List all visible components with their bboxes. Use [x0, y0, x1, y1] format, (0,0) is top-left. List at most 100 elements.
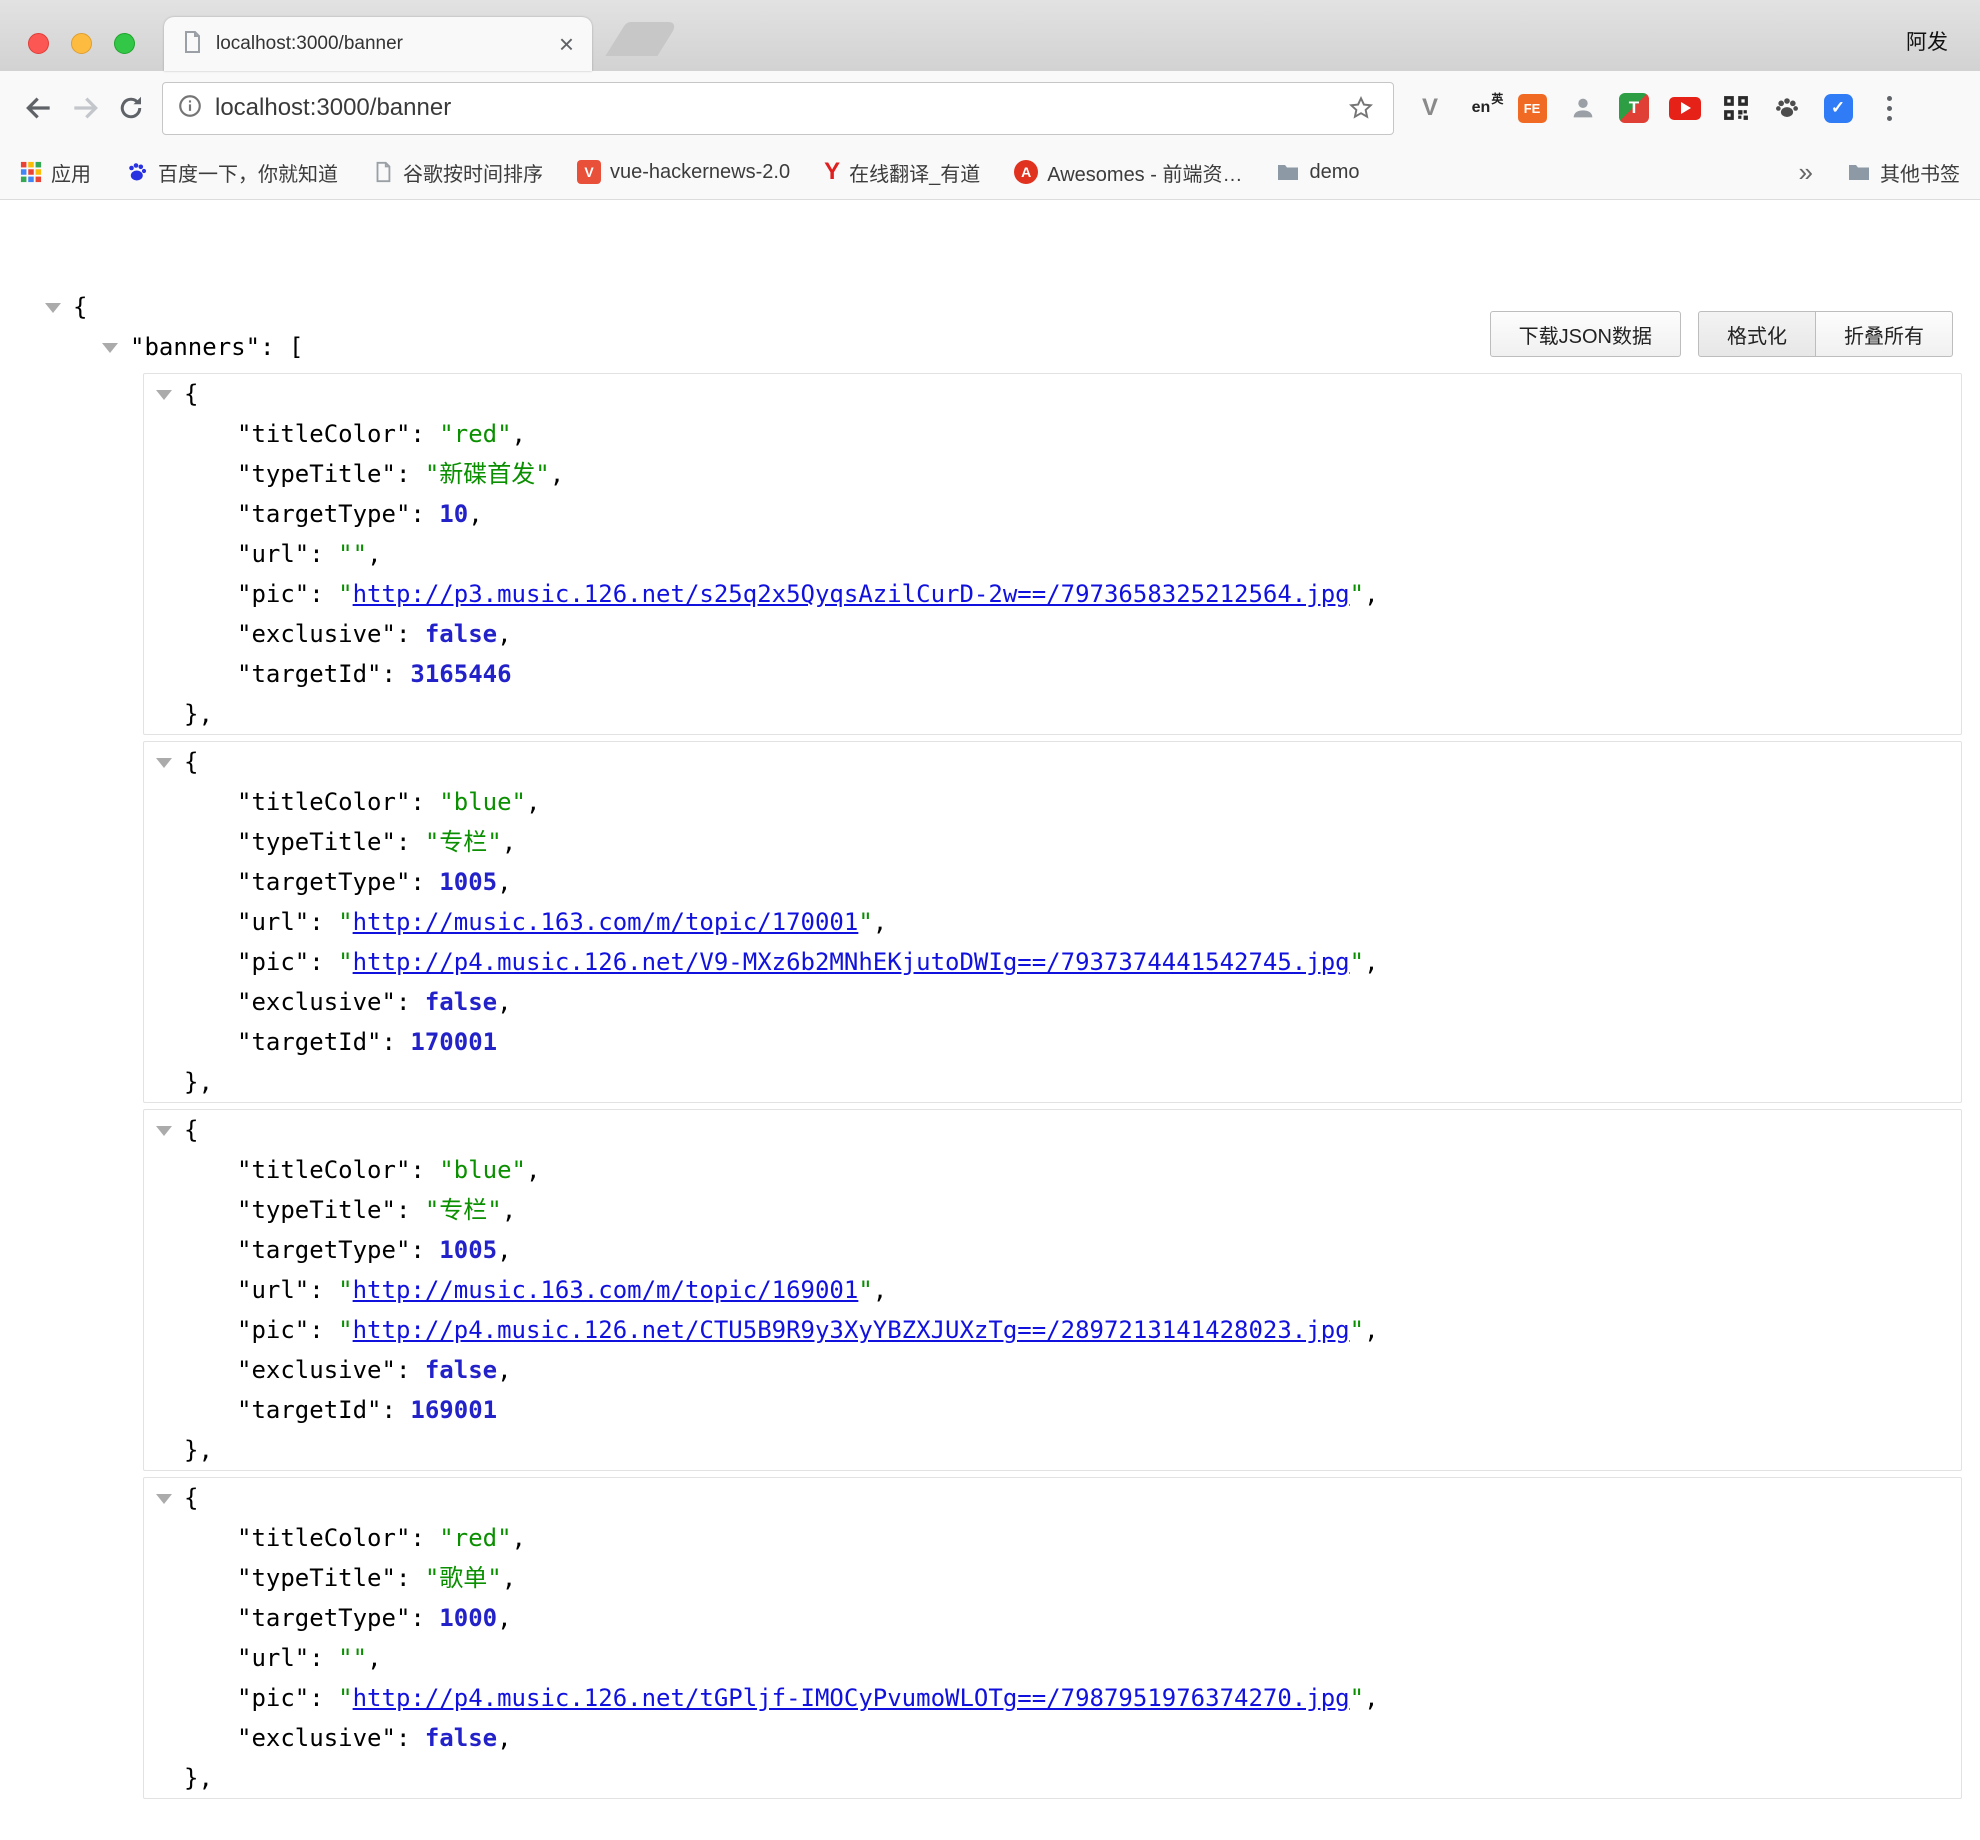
security-check-extension-icon[interactable]: ✓ — [1820, 90, 1856, 126]
collaborator-extension-icon[interactable] — [1565, 90, 1601, 126]
json-property: "exclusive": false, — [237, 982, 1961, 1022]
zoom-window-button[interactable] — [114, 33, 135, 54]
tab-close-icon[interactable]: × — [557, 31, 576, 57]
reload-button[interactable] — [108, 85, 154, 131]
json-property: "titleColor": "blue", — [237, 782, 1961, 822]
bookmark-apps[interactable]: 应用 — [20, 158, 91, 187]
fe-extension-icon[interactable]: FE — [1514, 90, 1550, 126]
bookmark-google-sort[interactable]: 谷歌按时间排序 — [372, 158, 543, 187]
youdao-y-icon: Y — [824, 158, 840, 186]
browser-menu-icon[interactable] — [1871, 90, 1907, 126]
bookmarks-overflow-chevron[interactable]: » — [1799, 157, 1813, 188]
json-property: "url": "http://music.163.com/m/topic/169… — [237, 1270, 1961, 1310]
bookmark-vue-hackernews[interactable]: V vue-hackernews-2.0 — [577, 160, 790, 184]
bookmark-label: 应用 — [51, 158, 91, 187]
awesomes-a-icon: A — [1014, 160, 1038, 184]
tab-title: localhost:3000/banner — [216, 33, 557, 55]
json-property: "url": "http://music.163.com/m/topic/170… — [237, 902, 1961, 942]
bookmark-label: vue-hackernews-2.0 — [610, 161, 790, 184]
browser-tab[interactable]: localhost:3000/banner × — [164, 17, 592, 71]
json-property: "targetId": 3165446 — [237, 654, 1961, 694]
json-property: "titleColor": "red", — [237, 1518, 1961, 1558]
json-property: "url": "", — [237, 534, 1961, 574]
qr-code-extension-icon[interactable] — [1718, 90, 1754, 126]
json-object-close: }, — [184, 1430, 1961, 1470]
json-property: "targetType": 1005, — [237, 1230, 1961, 1270]
json-property: "exclusive": false, — [237, 1718, 1961, 1758]
bookmark-label: 在线翻译_有道 — [849, 158, 980, 187]
json-property: "exclusive": false, — [237, 614, 1961, 654]
json-url-link[interactable]: http://p4.music.126.net/V9-MXz6b2MNhEKju… — [353, 948, 1350, 976]
json-property: "pic": "http://p4.music.126.net/CTU5B9R9… — [237, 1310, 1961, 1350]
collapse-toggle-icon[interactable] — [156, 758, 172, 768]
close-window-button[interactable] — [28, 33, 49, 54]
json-property: "typeTitle": "专栏", — [237, 1190, 1961, 1230]
url-text[interactable]: localhost:3000/banner — [215, 94, 451, 122]
browser-window: localhost:3000/banner × 阿发 localhost:300… — [0, 0, 1980, 1840]
json-object-close: }, — [184, 694, 1961, 734]
bookmark-baidu[interactable]: 百度一下，你就知道 — [125, 158, 338, 187]
json-object-open: { — [184, 374, 1961, 414]
extension-icons: V en英 FE T ✓ — [1412, 90, 1907, 126]
folder-icon — [1276, 160, 1300, 184]
minimize-window-button[interactable] — [71, 33, 92, 54]
json-viewer: {"banners": [{"titleColor": "red","typeT… — [0, 287, 1980, 1799]
json-root-open: { — [73, 287, 1980, 327]
json-array-item-box: {"titleColor": "blue","typeTitle": "专栏",… — [143, 741, 1962, 1103]
v-badge-icon: V — [577, 160, 601, 184]
json-property: "typeTitle": "歌单", — [237, 1558, 1961, 1598]
json-object-close: }, — [184, 1758, 1961, 1798]
youtube-extension-icon[interactable] — [1667, 90, 1703, 126]
json-property: "typeTitle": "专栏", — [237, 822, 1961, 862]
json-object-open: { — [184, 1110, 1961, 1150]
baidu-paw-icon — [125, 160, 149, 184]
json-object-open: { — [184, 742, 1961, 782]
collapse-toggle-icon[interactable] — [156, 390, 172, 400]
json-url-link[interactable]: http://music.163.com/m/topic/169001 — [353, 1276, 859, 1304]
json-array-item-box: {"titleColor": "red","typeTitle": "新碟首发"… — [143, 373, 1962, 735]
json-property: "pic": "http://p4.music.126.net/tGPljf-I… — [237, 1678, 1961, 1718]
json-url-link[interactable]: http://music.163.com/m/topic/170001 — [353, 908, 859, 936]
forward-button[interactable] — [62, 85, 108, 131]
paw-extension-icon[interactable] — [1769, 90, 1805, 126]
json-url-link[interactable]: http://p4.music.126.net/tGPljf-IMOCyPvum… — [353, 1684, 1350, 1712]
collapse-toggle-icon[interactable] — [45, 303, 61, 313]
json-property: "url": "", — [237, 1638, 1961, 1678]
bookmark-awesomes[interactable]: A Awesomes - 前端资… — [1014, 158, 1242, 187]
bookmark-demo-folder[interactable]: demo — [1276, 160, 1359, 184]
collapse-toggle-icon[interactable] — [156, 1126, 172, 1136]
page-content: 下载JSON数据 格式化 折叠所有 {"banners": [{"titleCo… — [0, 287, 1980, 1840]
bookmark-label: demo — [1309, 161, 1359, 184]
vimium-extension-icon[interactable]: V — [1412, 90, 1448, 126]
bookmark-label: 百度一下，你就知道 — [158, 158, 338, 187]
json-property: "targetType": 10, — [237, 494, 1961, 534]
bookmark-label: 谷歌按时间排序 — [403, 158, 543, 187]
address-bar[interactable]: localhost:3000/banner — [162, 82, 1394, 135]
browser-toolbar: localhost:3000/banner V en英 FE T ✓ — [0, 71, 1980, 145]
bookmark-youdao[interactable]: Y 在线翻译_有道 — [824, 158, 980, 187]
tab-strip: localhost:3000/banner × 阿发 — [0, 0, 1980, 71]
json-url-link[interactable]: http://p4.music.126.net/CTU5B9R9y3XyYBZX… — [353, 1316, 1350, 1344]
json-property: "pic": "http://p4.music.126.net/V9-MXz6b… — [237, 942, 1961, 982]
profile-name[interactable]: 阿发 — [1906, 26, 1948, 56]
collapse-toggle-icon[interactable] — [102, 343, 118, 353]
json-property: "exclusive": false, — [237, 1350, 1961, 1390]
back-button[interactable] — [16, 85, 62, 131]
json-url-link[interactable]: http://p3.music.126.net/s25q2x5QyqsAzilC… — [353, 580, 1350, 608]
json-property: "targetType": 1000, — [237, 1598, 1961, 1638]
bookmarks-bar: 应用 百度一下，你就知道 谷歌按时间排序 V vue-hackernews-2.… — [0, 145, 1980, 200]
json-property: "targetType": 1005, — [237, 862, 1961, 902]
page-icon — [372, 161, 394, 183]
t-shield-extension-icon[interactable]: T — [1616, 90, 1652, 126]
json-property: "titleColor": "red", — [237, 414, 1961, 454]
bookmark-label: 其他书签 — [1880, 158, 1960, 187]
translate-extension-icon[interactable]: en英 — [1463, 90, 1499, 126]
json-property: "pic": "http://p3.music.126.net/s25q2x5Q… — [237, 574, 1961, 614]
json-array-item-box: {"titleColor": "red","typeTitle": "歌单","… — [143, 1477, 1962, 1799]
bookmark-star-icon[interactable] — [1343, 90, 1379, 126]
folder-icon — [1847, 160, 1871, 184]
new-tab-button[interactable] — [605, 22, 678, 56]
collapse-toggle-icon[interactable] — [156, 1494, 172, 1504]
page-info-icon[interactable] — [177, 93, 203, 124]
other-bookmarks-folder[interactable]: 其他书签 — [1847, 158, 1960, 187]
